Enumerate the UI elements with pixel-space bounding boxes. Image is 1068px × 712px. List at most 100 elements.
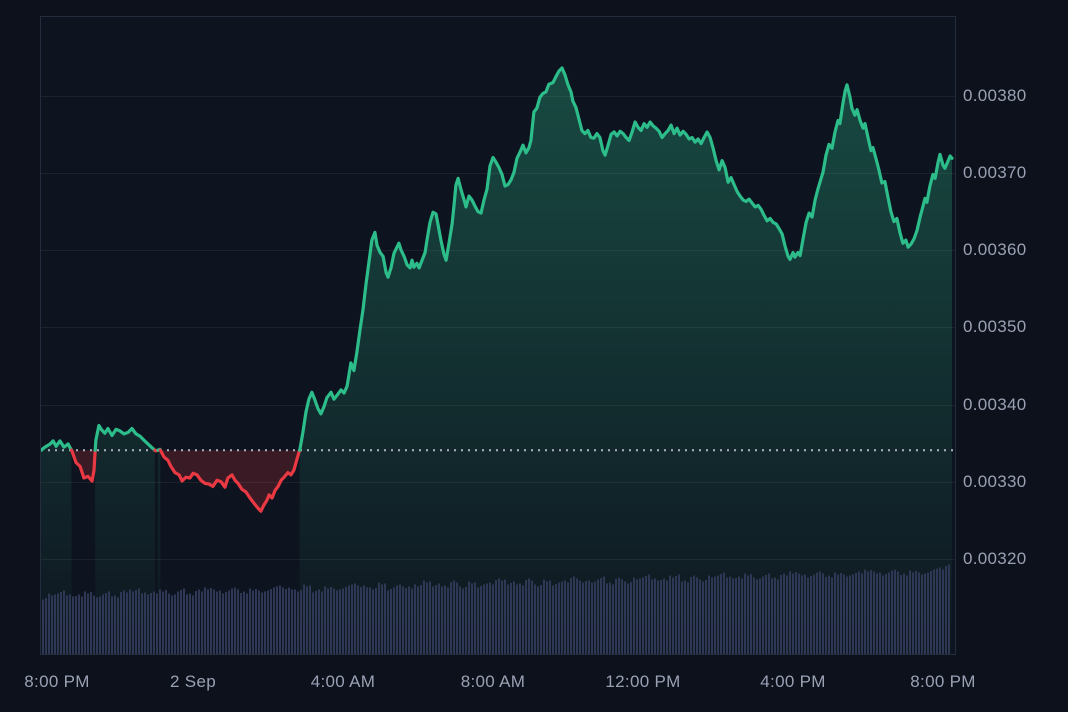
volume-bar xyxy=(336,591,338,654)
volume-bar xyxy=(483,585,485,654)
volume-bar xyxy=(414,584,416,654)
volume-bar xyxy=(45,598,47,654)
volume-bar xyxy=(564,580,566,654)
volume-bar xyxy=(402,586,404,654)
volume-bar xyxy=(498,579,500,654)
volume-bar xyxy=(876,574,878,654)
volume-bar xyxy=(702,581,704,654)
volume-bar xyxy=(537,586,539,654)
volume-bar xyxy=(849,575,851,654)
volume-bar xyxy=(288,588,290,654)
volume-bar xyxy=(936,569,938,654)
volume-bar xyxy=(612,584,614,654)
volume-bar xyxy=(231,589,233,654)
volume-bar xyxy=(807,577,809,654)
volume-bar xyxy=(531,581,533,654)
volume-bar xyxy=(777,579,779,654)
volume-bar xyxy=(948,565,950,654)
volume-bar xyxy=(471,584,473,654)
volume-bar xyxy=(591,583,593,654)
volume-bar xyxy=(639,578,641,654)
volume-bar xyxy=(201,592,203,654)
volume-bar xyxy=(54,594,56,654)
volume-bar xyxy=(525,580,527,654)
volume-bar xyxy=(123,591,125,654)
volume-bar xyxy=(744,573,746,654)
volume-bar xyxy=(804,574,806,654)
volume-bar xyxy=(75,596,77,654)
chart-plot-area[interactable] xyxy=(41,17,955,654)
volume-bar xyxy=(69,594,71,654)
volume-bar xyxy=(330,587,332,654)
volume-bar xyxy=(66,596,68,654)
volume-bar xyxy=(450,582,452,654)
volume-bar xyxy=(171,596,173,654)
volume-bar xyxy=(666,581,668,654)
volume-bar xyxy=(783,574,785,654)
volume-bar xyxy=(159,589,161,654)
volume-bar xyxy=(750,574,752,654)
volume-bar xyxy=(477,587,479,654)
volume-bar xyxy=(357,585,359,654)
volume-bar xyxy=(561,582,563,654)
volume-bar xyxy=(717,575,719,654)
volume-bar xyxy=(897,571,899,654)
volume-bar xyxy=(126,593,128,654)
volume-bar xyxy=(453,581,455,654)
volume-bar xyxy=(270,589,272,654)
volume-bar xyxy=(354,583,356,654)
x-axis-tick-label: 2 Sep xyxy=(170,671,216,693)
volume-bar xyxy=(627,583,629,654)
volume-bar xyxy=(930,571,932,654)
volume-bar xyxy=(243,592,245,654)
volume-bar xyxy=(462,588,464,654)
x-axis-tick-label: 4:00 AM xyxy=(311,671,375,693)
volume-bar xyxy=(606,584,608,654)
volume-bar xyxy=(708,576,710,654)
volume-bar xyxy=(696,578,698,654)
y-axis-tick-label: 0.00350 xyxy=(963,317,1063,337)
volume-bar xyxy=(861,574,863,654)
crypto-price-chart-screen: 0.003800.003700.003600.003500.003400.003… xyxy=(0,0,1068,712)
volume-bar xyxy=(162,591,164,654)
volume-bar xyxy=(378,583,380,654)
volume-bar xyxy=(399,584,401,654)
volume-bar xyxy=(609,582,611,654)
volume-bar xyxy=(360,587,362,654)
volume-bar xyxy=(675,576,677,654)
volume-bar xyxy=(726,578,728,654)
volume-bar xyxy=(855,573,857,654)
volume-bar xyxy=(894,569,896,654)
volume-bar xyxy=(528,579,530,654)
volume-bar xyxy=(492,584,494,654)
volume-bar xyxy=(117,597,119,654)
volume-bar xyxy=(84,591,86,654)
volume-bar xyxy=(177,591,179,654)
volume-bar xyxy=(756,580,758,654)
volume-bar xyxy=(93,596,95,654)
volume-bar xyxy=(387,590,389,654)
volume-bar xyxy=(441,587,443,654)
price-chart-canvas[interactable] xyxy=(41,17,955,654)
volume-bar xyxy=(300,590,302,654)
volume-bar xyxy=(219,590,221,654)
volume-bar xyxy=(588,581,590,654)
volume-bar xyxy=(831,578,833,654)
volume-bar xyxy=(78,595,80,654)
volume-bar xyxy=(339,589,341,654)
volume-bar xyxy=(618,578,620,654)
volume-bar xyxy=(51,596,53,654)
volume-bar xyxy=(903,574,905,654)
x-axis-tick-label: 8:00 PM xyxy=(910,671,975,693)
volume-bar xyxy=(651,580,653,654)
volume-bar xyxy=(456,583,458,654)
volume-bar xyxy=(348,586,350,654)
volume-bar xyxy=(249,588,251,654)
volume-bar xyxy=(315,591,317,654)
volume-bar xyxy=(597,579,599,654)
volume-bar xyxy=(312,592,314,654)
volume-bar xyxy=(141,594,143,654)
volume-bar xyxy=(516,585,518,654)
volume-bar xyxy=(705,580,707,654)
volume-bar xyxy=(909,570,911,654)
